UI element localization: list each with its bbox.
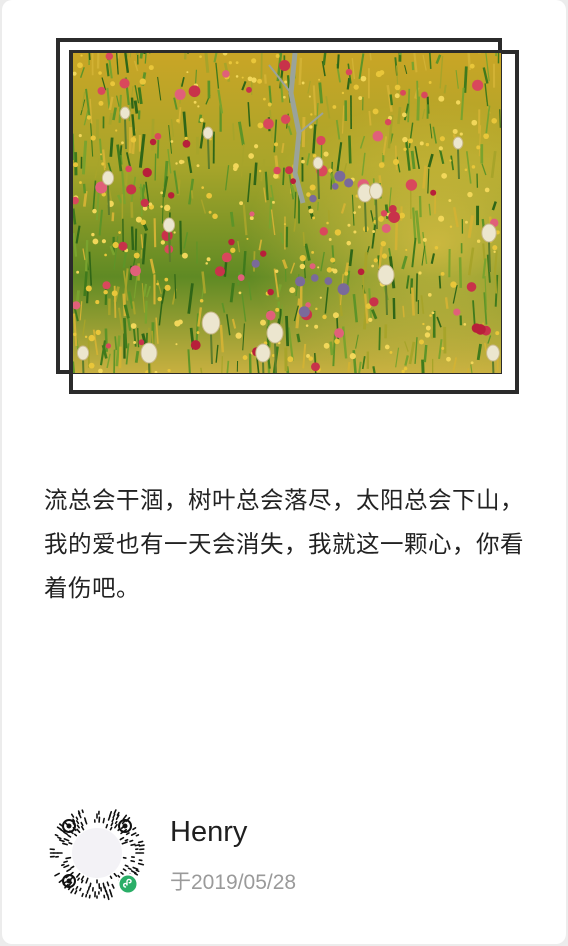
author-name[interactable]: Henry [170, 816, 247, 849]
post-date: 于2019/05/28 [170, 871, 297, 894]
meadow-photo [73, 53, 501, 373]
post-quote: 流总会干涸，树叶总会落尽，太阳总会下山，我的爱也有一天会消失，我就这一颗心，你看… [44, 486, 524, 602]
poster-card: 流总会干涸，树叶总会落尽，太阳总会下山，我的爱也有一天会消失，我就这一颗心，你看… [2, 0, 566, 944]
mini-program-qr-code[interactable] [48, 804, 146, 902]
author-footer: Henry 于2019/05/28 [48, 804, 528, 904]
mini-program-icon [117, 873, 139, 895]
